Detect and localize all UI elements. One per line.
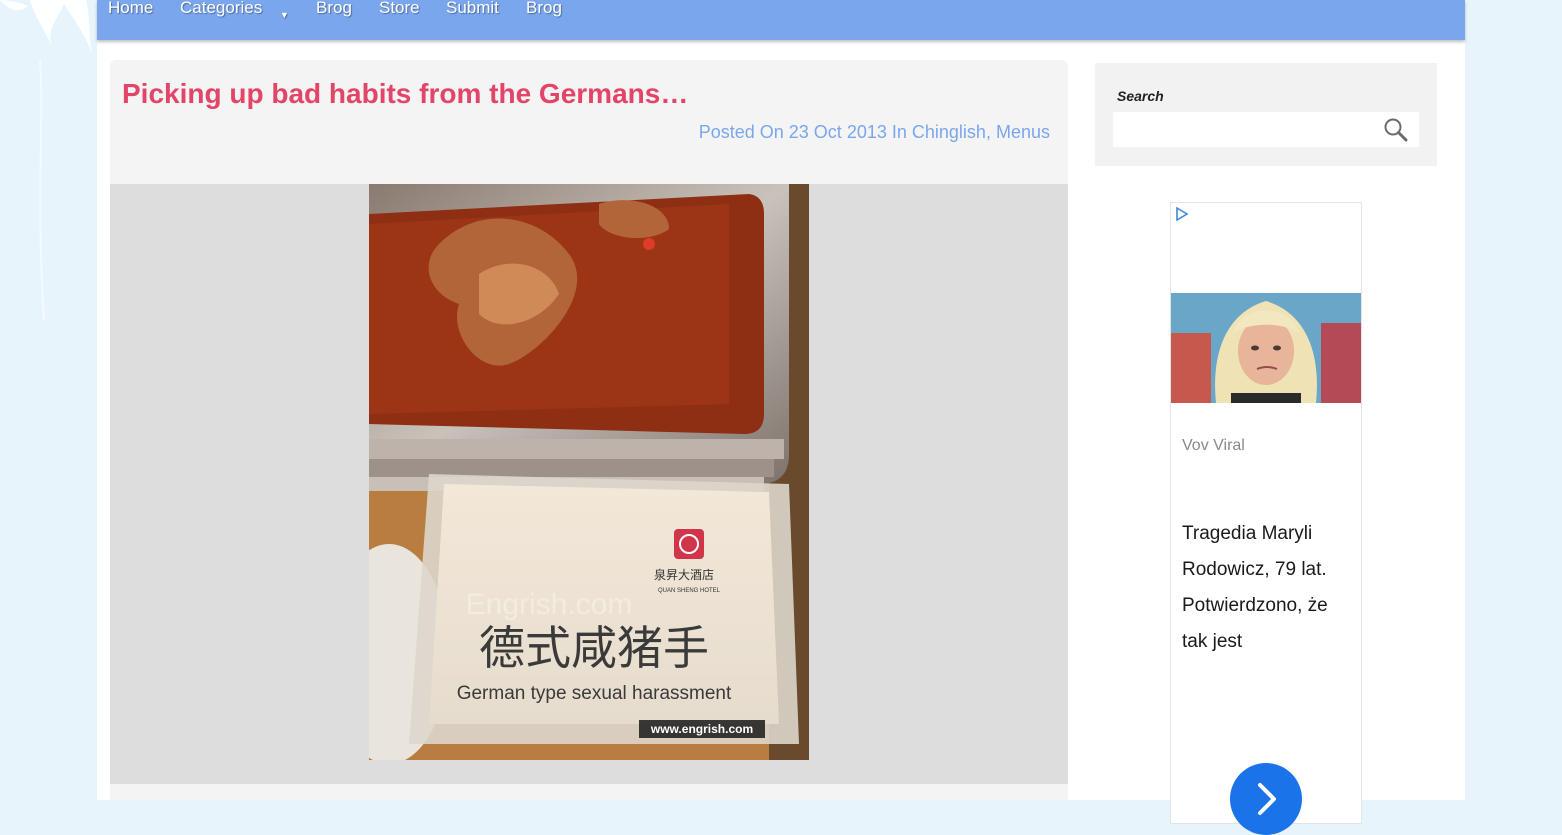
search-input[interactable] <box>1113 112 1419 147</box>
nav-item-brog-2[interactable]: Brog <box>526 0 562 18</box>
page-container: Home Categories ▼ Brog Store Submit Brog… <box>97 0 1465 835</box>
post-image-area: 泉昇大酒店 QUAN SHENG HOTEL 德式咸猪手 German type… <box>110 184 1068 784</box>
nav-item-brog[interactable]: Brog <box>316 0 352 18</box>
nav-item-store[interactable]: Store <box>379 0 420 18</box>
category-separator: , <box>985 122 991 142</box>
ad-headline[interactable]: Tragedia Maryli Rodowicz, 79 lat. Potwie… <box>1182 516 1352 660</box>
category-link-menus[interactable]: Menus <box>996 122 1050 142</box>
post-header: Picking up bad habits from the Germans… … <box>110 60 1068 184</box>
sign-dish-en: German type sexual harassment <box>457 683 732 704</box>
post-footer-strip <box>110 784 1068 800</box>
post-title[interactable]: Picking up bad habits from the Germans… <box>122 78 688 110</box>
category-link-chinglish[interactable]: Chinglish <box>912 122 986 142</box>
nav-item-categories[interactable]: Categories ▼ <box>180 0 289 20</box>
background-decoration <box>0 0 97 800</box>
ad-box[interactable]: Vov Viral Tragedia Maryli Rodowicz, 79 l… <box>1170 202 1362 835</box>
ad-image[interactable] <box>1171 293 1361 403</box>
nav-item-submit[interactable]: Submit <box>446 0 499 18</box>
ad-source: Vov Viral <box>1182 437 1245 454</box>
magnifier-icon[interactable] <box>1383 117 1409 148</box>
nav-item-categories-label: Categories <box>180 0 263 17</box>
post-photo[interactable]: 泉昇大酒店 QUAN SHENG HOTEL 德式咸猪手 German type… <box>369 184 809 760</box>
search-label: Search <box>1117 88 1164 104</box>
watermark-text: Engrish.com <box>466 588 633 621</box>
source-url: www.engrish.com <box>650 722 753 736</box>
caret-down-icon: ▼ <box>280 10 289 20</box>
ad-next-button[interactable] <box>1230 763 1302 835</box>
sign-hotel-en: QUAN SHENG HOTEL <box>658 588 721 594</box>
nav-item-home[interactable]: Home <box>108 0 153 18</box>
search-widget: Search <box>1095 63 1437 166</box>
sign-hotel-cn: 泉昇大酒店 <box>654 568 714 582</box>
main-navbar: Home Categories ▼ Brog Store Submit Brog <box>97 0 1465 40</box>
post-meta: Posted On 23 Oct 2013 In Chinglish, Menu… <box>699 122 1050 143</box>
sign-dish-cn: 德式咸猪手 <box>479 621 709 675</box>
post-meta-prefix: Posted On 23 Oct 2013 In <box>698 122 907 142</box>
ad-choices-icon[interactable] <box>1175 206 1189 226</box>
